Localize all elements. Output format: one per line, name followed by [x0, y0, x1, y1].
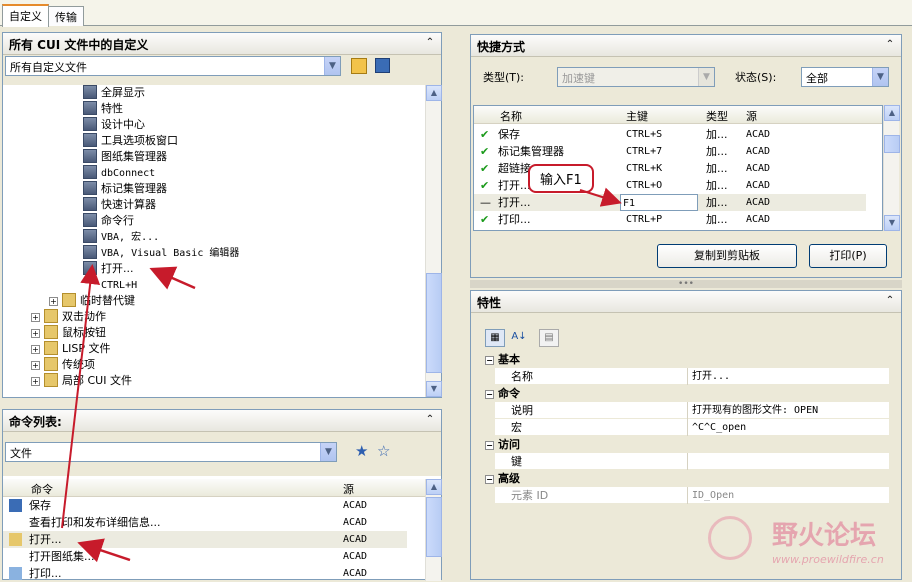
arrow-to-key-field: [579, 187, 622, 207]
watermark-title: 野火论坛: [772, 521, 877, 551]
arrow-to-tree-open: [149, 266, 196, 290]
watermark-url: www.proewildfire.cn: [772, 553, 884, 566]
watermark-logo-icon: [708, 516, 752, 560]
arrow-to-list-open: [77, 538, 131, 563]
annotation-arrows: [61, 187, 622, 563]
arrow-drag-up: [61, 264, 101, 529]
